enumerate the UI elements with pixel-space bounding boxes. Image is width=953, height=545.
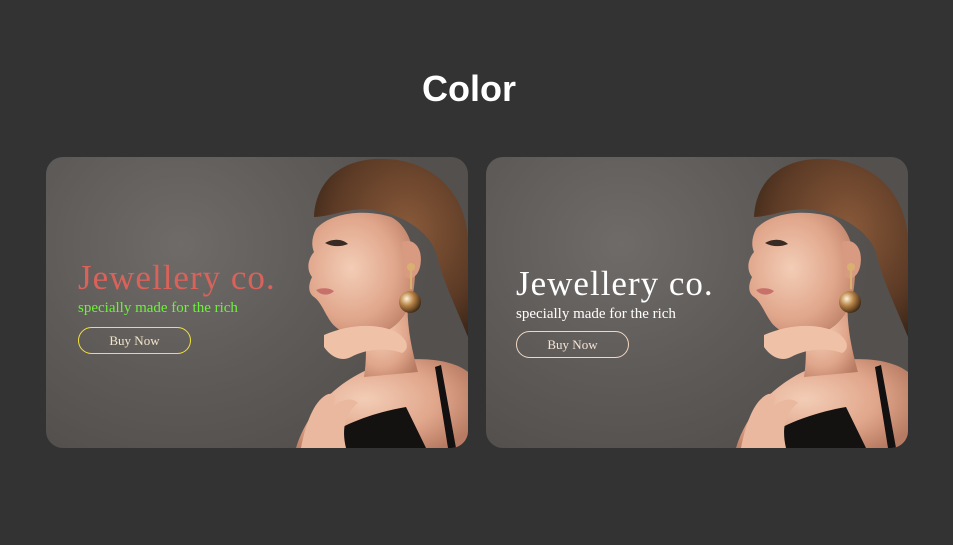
banner-card-colored: Jewellery co. specially made for the ric… [46, 157, 468, 448]
buy-now-button[interactable]: Buy Now [78, 327, 191, 354]
brand-headline: Jewellery co. [516, 264, 714, 303]
page-title: Color [422, 68, 516, 109]
brand-tagline: specially made for the rich [516, 306, 676, 322]
brand-tagline: specially made for the rich [78, 300, 238, 316]
banner-card-white: Jewellery co. specially made for the ric… [486, 157, 908, 448]
brand-headline: Jewellery co. [78, 258, 276, 297]
buy-now-button[interactable]: Buy Now [516, 331, 629, 358]
